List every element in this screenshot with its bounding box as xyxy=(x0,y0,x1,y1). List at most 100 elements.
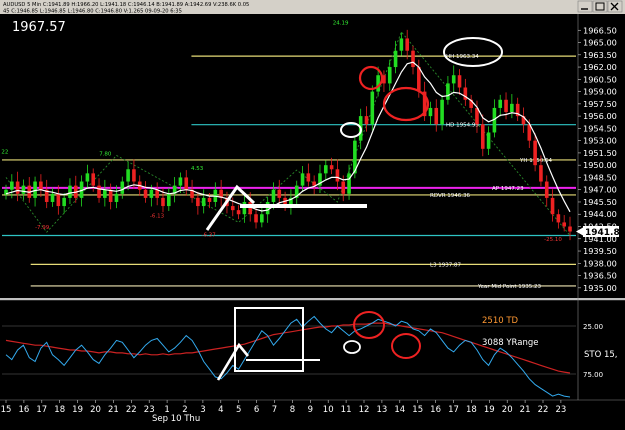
candle-body xyxy=(393,50,398,68)
candle-body xyxy=(114,193,119,202)
time-tick-label: 2 xyxy=(182,405,187,415)
maximize-button[interactable] xyxy=(592,0,608,13)
time-tick-label: 19 xyxy=(484,405,495,415)
candle-body xyxy=(50,193,55,202)
candle-body xyxy=(62,197,66,207)
time-tick-label: 19 xyxy=(72,405,83,415)
candle-body xyxy=(370,91,375,125)
time-tick-label: 21 xyxy=(520,405,531,415)
candle-body xyxy=(242,201,247,215)
minimize-button[interactable] xyxy=(577,0,593,13)
candle-body xyxy=(544,181,549,198)
time-tick-label: 4 xyxy=(218,405,223,415)
time-tick-label: 6 xyxy=(254,405,259,415)
time-tick-label: 5 xyxy=(236,405,241,415)
candle-body xyxy=(556,214,561,223)
candle-body xyxy=(167,193,171,207)
price-tick-label: 1960.50 xyxy=(583,74,617,84)
candle-body xyxy=(440,99,444,125)
level-lines: HH 1963.34HD 1954.95YH 1950.64AP 1947.23… xyxy=(2,54,576,290)
close-button[interactable] xyxy=(607,0,623,13)
candle-body xyxy=(504,99,508,113)
candle-body xyxy=(56,193,61,207)
yrange-label: 3088 YRange xyxy=(482,338,538,348)
hh-highlight-ellipse xyxy=(443,37,503,67)
price-tick-label: 1966.50 xyxy=(583,25,617,35)
candle-body xyxy=(155,189,159,198)
moving-average-line xyxy=(5,61,571,213)
candle-body xyxy=(97,185,101,198)
time-tick-label: 8 xyxy=(290,405,295,415)
candle-body xyxy=(21,185,26,194)
candle-body xyxy=(312,181,316,186)
level-label-hd: HD 1954.95 xyxy=(446,123,479,129)
signal-line xyxy=(5,322,571,374)
oscillator-red-circle-2 xyxy=(391,333,421,359)
wave-label: -6.37 xyxy=(202,232,217,238)
candle-body xyxy=(91,173,96,186)
time-tick-label: 13 xyxy=(376,405,387,415)
candle-body xyxy=(260,214,264,223)
candle-body xyxy=(10,181,14,190)
level-label-ap: AP 1947.23 xyxy=(492,186,524,192)
price-tick-label: 1959.00 xyxy=(583,87,617,97)
price-tick-label: 1950.00 xyxy=(583,160,617,170)
price-tick-label: 1957.50 xyxy=(583,99,617,109)
candle-body xyxy=(457,75,462,88)
time-tick-label: 23 xyxy=(555,405,566,415)
candle-body xyxy=(196,197,200,207)
candle-body xyxy=(341,181,346,194)
time-tick-label: 18 xyxy=(54,405,65,415)
time-tick-label: 12 xyxy=(359,405,370,415)
candle-body xyxy=(306,173,311,182)
candle-body xyxy=(85,173,90,182)
time-tick-label: 3 xyxy=(200,405,205,415)
candle-body xyxy=(550,197,555,215)
wave-label: -25.10 xyxy=(544,237,562,243)
price-tick-label: 1951.50 xyxy=(583,148,617,158)
candle-body xyxy=(265,201,270,215)
price-readout: 1967.57 xyxy=(12,20,66,35)
time-tick-label: 11 xyxy=(341,405,352,415)
price-tick-label: 1936.50 xyxy=(583,271,617,281)
candle-body xyxy=(510,103,514,113)
candle-body xyxy=(568,226,572,232)
time-tick-label: 10 xyxy=(323,405,334,415)
annotations xyxy=(205,37,503,231)
time-tick-label: 16 xyxy=(18,405,29,415)
candle-body xyxy=(486,132,491,149)
price-tick-label: 1965.00 xyxy=(583,38,617,48)
time-tick-label: 17 xyxy=(448,405,459,415)
price-tick-label: 1945.50 xyxy=(583,197,617,207)
moving-average xyxy=(5,61,571,213)
candle-body xyxy=(68,185,72,198)
wave-label: -7.99 xyxy=(35,225,50,231)
time-tick-label: 16 xyxy=(430,405,441,415)
price-tick-label: 1939.50 xyxy=(583,246,617,256)
wave-label: 4.53 xyxy=(191,166,204,172)
candle-body xyxy=(399,38,404,51)
price-tick-label: 1948.50 xyxy=(583,172,617,182)
td-label: 2510 TD xyxy=(482,316,519,326)
candle-body xyxy=(417,67,421,92)
candle-body xyxy=(498,99,503,108)
time-tick-label: 18 xyxy=(466,405,477,415)
time-tick-label: 17 xyxy=(36,405,47,415)
oscillator-box xyxy=(234,307,304,372)
level-label-hh: HH 1963.34 xyxy=(446,54,479,60)
time-tick-label: 20 xyxy=(90,405,101,415)
time-tick-label: 21 xyxy=(108,405,119,415)
price-tick-label: 1963.50 xyxy=(583,50,617,60)
candle-body xyxy=(184,177,189,190)
candle-body xyxy=(161,197,165,207)
candle-body xyxy=(254,214,258,223)
candle-body xyxy=(364,116,369,125)
candle-body xyxy=(428,107,433,117)
price-tick-label: 1935.00 xyxy=(583,283,617,293)
time-tick-label: 22 xyxy=(538,405,549,415)
sto-label: STO 15, xyxy=(584,350,618,360)
level-label-ymp: Year Mid Point 1935.23 xyxy=(477,284,542,290)
chart-svg: AUDUSD 5 Min C:1941.89 H:1966.20 L:1941.… xyxy=(0,0,625,424)
time-tick-label: 14 xyxy=(394,405,405,415)
candle-body xyxy=(143,189,148,198)
